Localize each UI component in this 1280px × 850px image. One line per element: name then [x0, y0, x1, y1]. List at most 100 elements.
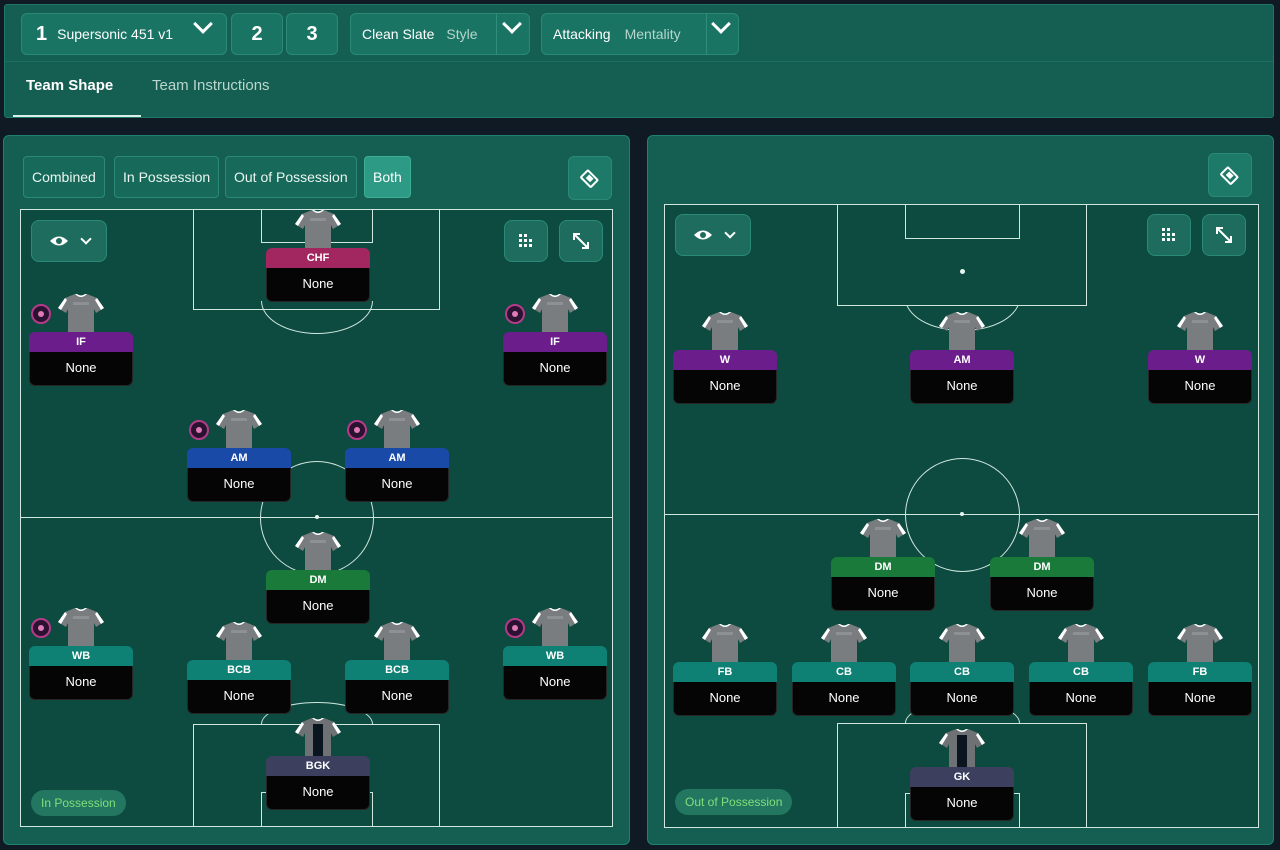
shirt-icon: [1176, 312, 1224, 352]
player-card-am[interactable]: AM None: [187, 410, 291, 504]
tactic-slot-2-button[interactable]: 2: [231, 13, 283, 55]
grid-icon: [519, 234, 532, 247]
player-card-cb[interactable]: CB None: [792, 624, 896, 718]
tactic-slot-3-button[interactable]: 3: [286, 13, 338, 55]
player-card-if[interactable]: IF None: [29, 294, 133, 388]
player-card-if[interactable]: IF None: [503, 294, 607, 388]
player-role: FB: [673, 662, 777, 682]
toggle-out-of-possession[interactable]: Out of Possession: [225, 156, 357, 198]
expand-button[interactable]: [559, 220, 603, 262]
mentality-label: Mentality: [624, 26, 681, 42]
player-role: W: [1148, 350, 1252, 370]
player-card-bgk[interactable]: BGK None: [266, 718, 370, 812]
player-card-wb[interactable]: WB None: [29, 608, 133, 702]
shirt-icon: [1018, 519, 1066, 559]
player-role: BGK: [266, 756, 370, 776]
shirt-icon: [938, 624, 986, 664]
player-card-dm[interactable]: DM None: [990, 519, 1094, 613]
expand-button[interactable]: [1202, 214, 1246, 256]
player-card-chf[interactable]: CHF None: [266, 210, 370, 304]
player-name: None: [503, 666, 607, 700]
player-role: DM: [831, 557, 935, 577]
player-role: FB: [1148, 662, 1252, 682]
player-card-fb[interactable]: FB None: [673, 624, 777, 718]
phase-label: In Possession: [31, 790, 126, 816]
penalty-spot-top: [960, 269, 965, 274]
toggle-both[interactable]: Both: [364, 156, 411, 198]
role-badge-icon: [347, 420, 367, 440]
player-card-am[interactable]: AM None: [910, 312, 1014, 406]
shirt-icon: [938, 312, 986, 352]
visibility-button[interactable]: [31, 220, 107, 262]
pitch: Out of Possession W None AM None W None DM None…: [664, 204, 1259, 828]
out-of-possession-panel: Out of Possession W None AM None W None DM None…: [647, 135, 1274, 845]
grid-button[interactable]: [504, 220, 548, 262]
pitch-toggle-button[interactable]: [568, 156, 612, 200]
style-selector[interactable]: Clean Slate Style: [350, 13, 530, 55]
toggle-in-possession[interactable]: In Possession: [114, 156, 220, 198]
player-role: BCB: [187, 660, 291, 680]
goal-area-top: [905, 205, 1020, 239]
player-card-bcb[interactable]: BCB None: [187, 622, 291, 716]
shirt-icon: [294, 210, 342, 250]
player-card-dm[interactable]: DM None: [831, 519, 935, 613]
player-card-wb[interactable]: WB None: [503, 608, 607, 702]
player-card-fb[interactable]: FB None: [1148, 624, 1252, 718]
tab-team-instructions[interactable]: Team Instructions: [152, 77, 270, 94]
player-card-dm[interactable]: DM None: [266, 532, 370, 626]
visibility-button[interactable]: [675, 214, 751, 256]
player-role: GK: [910, 767, 1014, 787]
shirt-icon: [701, 624, 749, 664]
player-name: None: [910, 682, 1014, 716]
player-name: None: [345, 680, 449, 714]
pitch-toggle-icon: [580, 169, 599, 188]
mentality-selector[interactable]: Attacking Mentality: [541, 13, 739, 55]
tactic-slot-3-label: 3: [306, 22, 318, 45]
player-name: None: [1029, 682, 1133, 716]
player-name: None: [673, 370, 777, 404]
chevron-down-icon: [79, 233, 92, 245]
tab-team-shape[interactable]: Team Shape: [26, 77, 113, 94]
player-name: None: [990, 577, 1094, 611]
player-role: IF: [503, 332, 607, 352]
shirt-icon: [531, 294, 579, 334]
player-card-cb[interactable]: CB None: [910, 624, 1014, 718]
eye-icon: [693, 230, 712, 240]
shirt-icon: [57, 294, 105, 334]
shirt-icon: [215, 622, 263, 662]
player-role: CHF: [266, 248, 370, 268]
role-badge-icon: [505, 304, 525, 324]
player-card-bcb[interactable]: BCB None: [345, 622, 449, 716]
player-name: None: [1148, 682, 1252, 716]
player-name: None: [503, 352, 607, 386]
shirt-icon: [859, 519, 907, 559]
player-card-w[interactable]: W None: [673, 312, 777, 406]
player-role: AM: [345, 448, 449, 468]
player-card-gk[interactable]: GK None: [910, 729, 1014, 823]
player-name: None: [910, 787, 1014, 821]
expand-icon: [1216, 227, 1232, 243]
player-card-w[interactable]: W None: [1148, 312, 1252, 406]
pitch-toggle-button[interactable]: [1208, 153, 1252, 197]
eye-icon: [49, 236, 68, 246]
toggle-combined[interactable]: Combined: [23, 156, 105, 198]
player-name: None: [266, 590, 370, 624]
chevron-down-icon: [193, 14, 213, 34]
shirt-icon: [938, 729, 986, 769]
tactic-slot-number: 1: [36, 22, 48, 45]
style-value: Clean Slate: [362, 26, 435, 42]
player-name: None: [187, 680, 291, 714]
shirt-icon: [1057, 624, 1105, 664]
mentality-value: Attacking: [553, 26, 611, 42]
player-name: None: [187, 468, 291, 502]
player-card-cb[interactable]: CB None: [1029, 624, 1133, 718]
shirt-icon: [1176, 624, 1224, 664]
grid-button[interactable]: [1147, 214, 1191, 256]
player-role: AM: [187, 448, 291, 468]
role-badge-icon: [31, 304, 51, 324]
player-name: None: [29, 666, 133, 700]
player-role: CB: [1029, 662, 1133, 682]
player-card-am[interactable]: AM None: [345, 410, 449, 504]
tactic-selector[interactable]: 1 Supersonic 451 v1: [21, 13, 227, 55]
in-possession-panel: Combined In Possession Out of Possession…: [3, 135, 630, 845]
